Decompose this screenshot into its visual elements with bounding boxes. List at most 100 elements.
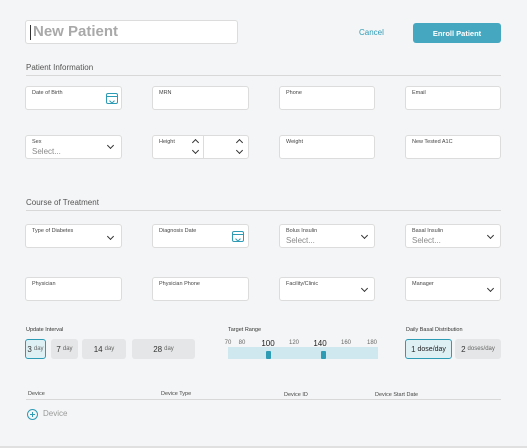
diabetes-type-select[interactable]: Type of Diabetes (25, 224, 122, 248)
diagnosis-date-label: Diagnosis Date (159, 228, 197, 234)
interval-option-unit: day (164, 346, 174, 352)
basal-insulin-select[interactable]: Basal Insulin Select... (405, 224, 501, 248)
target-range-label: Target Range (228, 327, 262, 333)
patient-name-input[interactable]: New Patient (25, 20, 238, 44)
chevron-up-icon[interactable] (191, 138, 200, 147)
range-tick-label: 160 (340, 340, 352, 346)
phone-field[interactable]: Phone (279, 86, 375, 110)
enroll-patient-button[interactable]: Enroll Patient (413, 23, 501, 43)
bolus-insulin-value: Select... (286, 236, 315, 245)
basal-option-number: 1 (411, 344, 416, 354)
chevron-down-icon (360, 284, 369, 293)
range-tick-label: 180 (366, 340, 378, 346)
physician-phone-field[interactable]: Physician Phone (152, 277, 249, 301)
basal-distribution-label: Daily Basal Distribution (406, 327, 463, 333)
interval-option-14[interactable]: 14 day (82, 339, 126, 359)
interval-option-number: 7 (56, 344, 61, 354)
physician-field[interactable]: Physician (25, 277, 122, 301)
facility-label: Facility/Clinic (286, 281, 319, 287)
interval-option-7[interactable]: 7 day (51, 339, 78, 359)
basal-option-1[interactable]: 1 dose/day (405, 339, 452, 359)
basal-option-unit: doses/day (467, 346, 495, 352)
plus-icon-vertical (31, 412, 34, 417)
sex-select[interactable]: Sex Select... (25, 135, 122, 159)
calendar-icon[interactable] (106, 93, 118, 104)
range-tick-label: 70 (224, 340, 232, 346)
target-range-track[interactable] (228, 347, 378, 359)
add-device-button[interactable]: Device (27, 408, 77, 422)
interval-option-unit: day (33, 346, 44, 352)
weight-field[interactable]: Weight (279, 135, 375, 159)
chevron-down-icon (106, 141, 115, 150)
section-title-patient-info: Patient Information (26, 63, 94, 72)
divider (203, 136, 204, 158)
cancel-button[interactable]: Cancel (359, 28, 384, 37)
section-title-course: Course of Treatment (26, 198, 99, 207)
a1c-label: New Tested A1C (412, 139, 453, 145)
divider (26, 75, 100, 76)
plus-circle-icon (27, 409, 38, 420)
divider (100, 75, 501, 76)
basal-insulin-value: Select... (412, 236, 441, 245)
sex-label: Sex (32, 139, 42, 145)
physician-label: Physician (32, 281, 56, 287)
dob-field[interactable]: Date of Birth (25, 86, 122, 110)
interval-option-3[interactable]: 3 day (25, 339, 46, 359)
device-type-column-header: Device Type (161, 391, 192, 397)
text-cursor (30, 25, 31, 40)
email-field[interactable]: Email (405, 86, 501, 110)
height-label: Height (159, 139, 175, 145)
basal-option-number: 2 (461, 344, 466, 354)
patient-name-placeholder: New Patient (33, 23, 119, 40)
chevron-down-icon (360, 231, 369, 240)
physician-phone-label: Physician Phone (159, 281, 200, 287)
interval-option-number: 28 (153, 344, 163, 354)
mrn-label: MRN (159, 90, 172, 96)
interval-option-28[interactable]: 28 day (132, 339, 195, 359)
diabetes-type-label: Type of Diabetes (32, 228, 74, 234)
calendar-icon[interactable] (232, 231, 244, 242)
chevron-down-icon[interactable] (191, 146, 200, 155)
sex-value: Select... (32, 147, 61, 156)
phone-label: Phone (286, 90, 302, 96)
range-tick-label: 120 (288, 340, 300, 346)
interval-option-number: 3 (27, 344, 32, 354)
device-start-date-column-header: Device Start Date (375, 392, 419, 398)
interval-option-unit: day (104, 346, 115, 352)
dob-label: Date of Birth (32, 90, 63, 96)
device-column-header: Device (28, 391, 45, 397)
weight-label: Weight (286, 139, 304, 145)
range-tick-label: 100 (261, 339, 275, 348)
email-label: Email (412, 90, 426, 96)
update-interval-label: Update Interval (26, 327, 64, 333)
bolus-insulin-label: Bolus Insulin (286, 228, 318, 234)
range-handle-low[interactable] (266, 351, 272, 359)
range-handle-high[interactable] (320, 351, 326, 359)
chevron-down-icon (486, 284, 495, 293)
facility-select[interactable]: Facility/Clinic (279, 277, 375, 301)
target-range-fill (228, 347, 378, 359)
mrn-field[interactable]: MRN (152, 86, 249, 110)
basal-option-2[interactable]: 2 doses/day (455, 339, 501, 359)
chevron-down-icon (106, 232, 115, 241)
divider (26, 399, 501, 400)
interval-option-number: 14 (93, 344, 103, 354)
add-device-label: Device (43, 409, 68, 418)
divider (26, 210, 501, 211)
enroll-patient-label: Enroll Patient (432, 28, 482, 38)
interval-option-unit: day (62, 346, 73, 352)
range-tick-label: 140 (313, 339, 327, 348)
a1c-field[interactable]: New Tested A1C (405, 135, 501, 159)
manager-label: Manager (412, 281, 434, 287)
basal-option-unit: dose/day (417, 345, 446, 353)
manager-select[interactable]: Manager (405, 277, 501, 301)
bolus-insulin-select[interactable]: Bolus Insulin Select... (279, 224, 375, 248)
diagnosis-date-field[interactable]: Diagnosis Date (152, 224, 249, 248)
chevron-down-icon (486, 231, 495, 240)
chevron-up-icon[interactable] (235, 138, 244, 147)
chevron-down-icon[interactable] (235, 146, 244, 155)
device-id-column-header: Device ID (284, 392, 308, 398)
basal-insulin-label: Basal Insulin (412, 228, 444, 234)
height-stepper[interactable]: Height (152, 135, 249, 159)
range-tick-label: 80 (238, 340, 246, 346)
